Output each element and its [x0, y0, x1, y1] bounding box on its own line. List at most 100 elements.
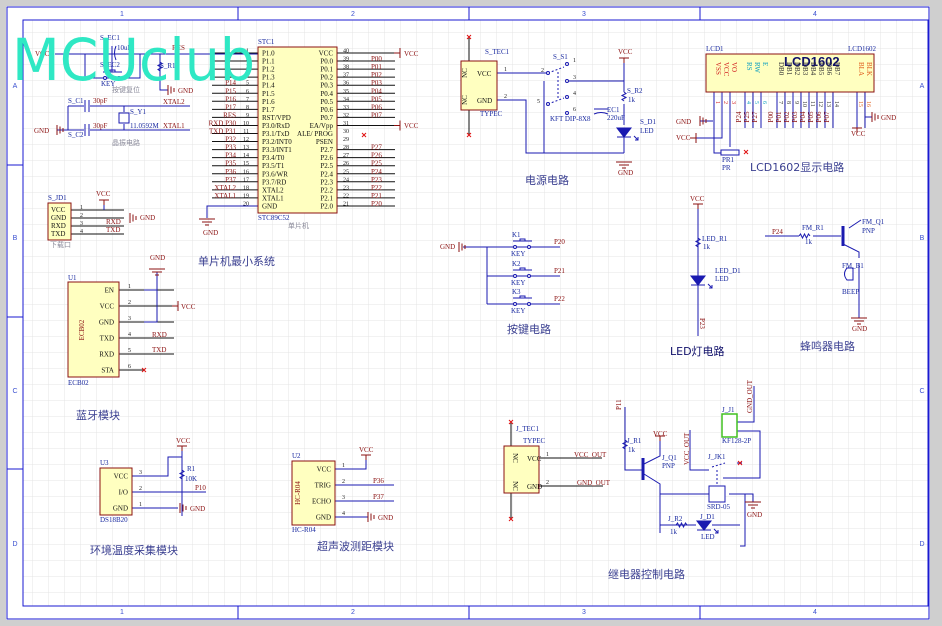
mcu-left-net-label: TXD P31 — [209, 128, 237, 136]
ultra-pin-number: 3 — [342, 495, 345, 501]
mcu-left-pin-label: P3.2/INT0 — [262, 138, 292, 146]
crystal-caption: 晶振电路 — [112, 138, 140, 147]
mcu-right-pin-number: 24 — [343, 177, 349, 183]
mcu-right-pin-label: P0.7 — [320, 114, 333, 122]
mcu-gnd-label: GND — [203, 229, 218, 237]
temp-net-label: P10 — [195, 484, 206, 492]
mcu-vcc-label: VCC — [404, 50, 419, 58]
crystal-net-xtal2: XTAL2 — [163, 98, 185, 106]
header-designator: S_JD1 — [48, 194, 67, 202]
mcu-right-pin-number: 31 — [343, 121, 349, 127]
lcd-net-label: P04 — [799, 111, 807, 122]
power-cap-designator: EC1 — [607, 106, 620, 114]
buzzer-transistor-value: PNP — [862, 227, 875, 235]
ultra-designator: U2 — [292, 452, 301, 460]
lcd-pin-label: DB7 — [833, 62, 841, 76]
mcu-right-pin-label: P0.6 — [320, 106, 333, 114]
button-contact — [527, 274, 531, 278]
mcu-left-pin-number: 13 — [243, 145, 249, 151]
buzzer-value: BEEP — [842, 288, 859, 296]
header-pin-label: VCC — [51, 206, 66, 214]
switch-pin-number: 2 — [541, 68, 544, 74]
button-contact — [513, 302, 517, 306]
mcu-right-pin-label: P2.1 — [320, 194, 333, 202]
crystal-c1-value: 30pF — [93, 97, 108, 105]
key-designator: K3 — [512, 288, 521, 296]
mcu-right-pin-number: 22 — [343, 193, 349, 199]
lcd-pin-label: DB0 — [777, 62, 785, 76]
relay-part-name: SRD-05 — [707, 503, 730, 511]
power-nc-label: NC — [461, 68, 469, 78]
mcu-right-pin-label: P2.7 — [320, 146, 333, 154]
lcd-pin-label: DB3 — [801, 62, 809, 76]
mcu-left-net-label: XTAL2 — [214, 184, 236, 192]
mcu-left-pin-number: 20 — [243, 201, 249, 207]
lcd-pin-label: DB4 — [809, 62, 817, 76]
mcu-right-pin-label: P2.3 — [320, 178, 333, 186]
mcu-left-pin-label: RST/VPD — [262, 114, 291, 122]
mcu-right-pin-label: P0.2 — [320, 74, 333, 82]
mcu-left-net-label: P34 — [225, 152, 236, 160]
mcu-left-net-label: P37 — [225, 176, 236, 184]
mcu-right-net-label: P03 — [371, 79, 382, 87]
lcd-pin-number: 15 — [857, 101, 863, 107]
mcu-left-net-label: XTAL1 — [214, 192, 236, 200]
temp-part-name: DS18B20 — [100, 516, 128, 524]
mcu-left-pin-label: P1.3 — [262, 74, 275, 82]
lcd-vcc-label: VCC — [676, 134, 691, 142]
lcd-net-label: P24 — [735, 111, 743, 122]
mcu-left-pin-number: 15 — [243, 161, 249, 167]
mcu-right-net-label: P02 — [371, 71, 382, 79]
bluetooth-module-ecb02[interactable] — [67, 281, 120, 378]
mcu-right-pin-number: 30 — [343, 129, 349, 135]
mcu-right-net-label: P00 — [371, 55, 382, 63]
mcu-left-pin-number: 16 — [243, 169, 249, 175]
mcu-right-pin-number: 21 — [343, 201, 349, 207]
lcd-pin-number: 16 — [865, 101, 871, 107]
ultra-echo-label: P37 — [373, 493, 384, 501]
power-designator: S_TEC1 — [485, 48, 510, 56]
lcd-pin-label: DB5 — [817, 62, 825, 76]
mcu-left-net-label: P35 — [225, 160, 236, 168]
lcd-pot-value: PR — [722, 164, 731, 172]
mcu-right-pin-number: 25 — [343, 169, 349, 175]
lcd-pin-number: 3 — [730, 101, 736, 104]
led-net-label: P23 — [698, 318, 706, 329]
led-caption: LED灯电路 — [670, 345, 725, 358]
mcu-right-pin-number: 23 — [343, 185, 349, 191]
header-caption: 下载口 — [50, 240, 71, 249]
frame-column-label: 4 — [813, 609, 817, 616]
header-vcc-label: VCC — [96, 190, 111, 198]
key-designator: K2 — [512, 260, 521, 268]
temp-pin-number: 1 — [139, 502, 142, 508]
temp-res-designator: R1 — [187, 465, 196, 473]
lcd-caption: LCD1602显示电路 — [750, 161, 844, 174]
relay-led-designator: J_D1 — [700, 513, 715, 521]
mcu-right-pin-label: P0.1 — [320, 66, 333, 74]
lcd-net-label: P02 — [783, 111, 791, 122]
mcu-left-net-label: P16 — [225, 95, 236, 103]
mcu-comment: 单片机 — [288, 221, 309, 230]
header-pin-label: TXD — [51, 230, 65, 238]
crystal-c2-designator: S_C2 — [68, 131, 84, 139]
header-pin-number: 3 — [80, 221, 83, 227]
power-caption: 电源电路 — [525, 173, 569, 187]
relay-conn-part: TYPEC — [523, 437, 546, 445]
mcu-left-pin-number: 9 — [246, 113, 249, 119]
mcu-right-pin-number: 33 — [343, 105, 349, 111]
relay-pin-vcc: VCC — [527, 455, 542, 463]
mcu-right-pin-label: P2.4 — [320, 170, 333, 178]
power-pin-number: 2 — [504, 94, 507, 100]
mcu-left-pin-label: P3.7/RD — [262, 178, 286, 186]
header-rxd-label: RXD — [106, 218, 121, 226]
mcu-right-pin-label: EA/Vpp — [310, 122, 334, 130]
lcd-pin-label: E — [761, 62, 769, 66]
mcu-right-pin-number: 32 — [343, 113, 349, 119]
bluetooth-pin-number: 3 — [128, 316, 131, 322]
switch-part-name: KFT DIP-8X8 — [550, 115, 591, 123]
relay-led-value: LED — [701, 533, 715, 541]
lcd-gnd-label: GND — [676, 118, 691, 126]
ultra-pin-label: VCC — [317, 466, 332, 474]
mcu-right-pin-label: P0.4 — [320, 90, 333, 98]
button-contact — [513, 245, 517, 249]
